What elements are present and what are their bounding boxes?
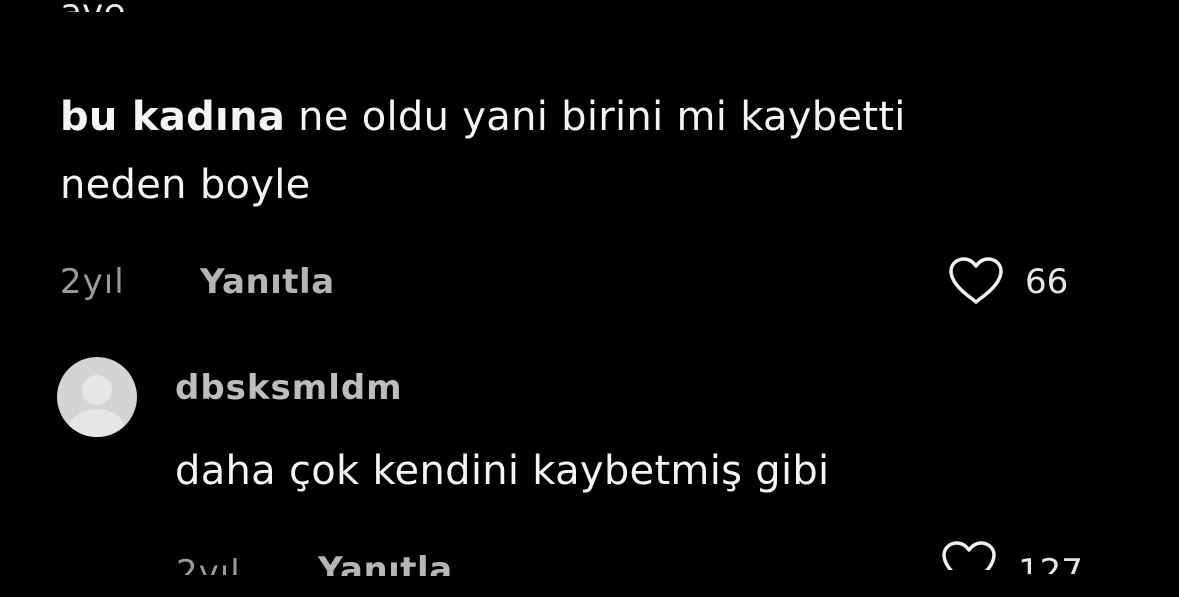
reply-like-button[interactable] — [940, 540, 998, 570]
comment-text-rest: ne oldu yani birini mi kaybetti — [298, 94, 906, 140]
username[interactable]: dbsksmldm — [175, 368, 403, 408]
reply-reply-button[interactable]: Yanıtla — [318, 550, 453, 576]
reply-like-count: 127 — [1018, 552, 1083, 574]
comment-text-line1: bu kadına ne oldu yani birini mi kaybett… — [60, 86, 906, 148]
comment-timestamp: 2yıl — [60, 262, 125, 302]
heart-icon — [942, 541, 996, 570]
reply-button[interactable]: Yanıtla — [200, 262, 335, 302]
like-button[interactable] — [947, 256, 1005, 306]
reply-comment-text: daha çok kendini kaybetmiş gibi — [175, 448, 830, 494]
comment-bold-words: bu kadına — [60, 94, 286, 140]
avatar-head-shape — [82, 375, 112, 405]
comment-text-line2: neden boyle — [60, 162, 311, 208]
reply-timestamp: 2yıl — [176, 553, 241, 575]
avatar[interactable] — [57, 357, 137, 437]
avatar-body-shape — [68, 409, 126, 437]
like-count: 66 — [1025, 262, 1069, 302]
previous-comment-fragment: ave — [60, 0, 126, 12]
heart-icon — [949, 257, 1003, 304]
